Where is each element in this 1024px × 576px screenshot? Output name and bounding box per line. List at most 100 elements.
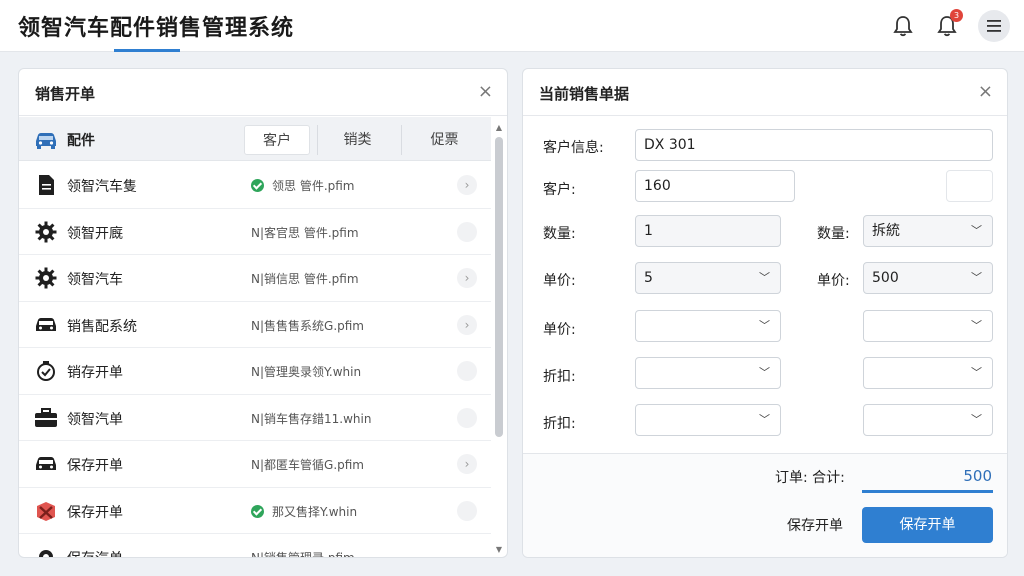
unit-price2-label: 单价:	[817, 273, 850, 289]
list-item-desc: N|都匿车管循G.pfim	[251, 458, 364, 472]
list-item-desc: 领思 管件.pfim	[272, 179, 355, 193]
notification-bell-icon[interactable]: 3	[933, 9, 963, 40]
chevron-right-icon[interactable]: ›	[457, 175, 477, 195]
chevron-right-icon[interactable]: ›	[457, 268, 477, 288]
unit-price3-select[interactable]: ﹀	[635, 310, 781, 342]
customer-info-label: 客户信息:	[543, 140, 604, 156]
extra-input[interactable]	[946, 170, 993, 202]
unit-price-select[interactable]: 5 ﹀	[635, 262, 781, 294]
quantity2-label: 数量:	[817, 226, 850, 242]
list-item-name: 销存开单	[67, 365, 123, 381]
tab-promo[interactable]: 促票	[401, 125, 487, 155]
chevron-right-icon[interactable]: ›	[457, 314, 477, 335]
save-order-link[interactable]: 保存开单	[787, 515, 843, 535]
discount2-select[interactable]: ﹀	[863, 357, 993, 389]
chevron-down-icon: ﹀	[971, 271, 982, 284]
chevron-right-icon[interactable]	[457, 361, 477, 381]
title-underline	[114, 49, 180, 52]
total-underline	[862, 490, 993, 493]
chevron-right-icon[interactable]	[457, 407, 477, 428]
list-item-desc: N|销信思 管件.pfim	[251, 272, 359, 286]
list-item[interactable]: 领智汽车隻 领思 管件.pfim ›	[19, 162, 491, 209]
list-item-desc: N|客官思 管件.pfim	[251, 225, 359, 240]
list-item-name: 销售配系统	[67, 318, 137, 335]
unit-price4-select[interactable]: ﹀	[863, 310, 993, 342]
box-x-icon	[33, 499, 59, 523]
car-icon	[33, 313, 59, 337]
chevron-right-icon[interactable]	[457, 500, 477, 521]
list-item[interactable]: 保存开单 N|都匿车管循G.pfim ›	[19, 441, 491, 488]
quantity2-select[interactable]: 拆統 ﹀	[863, 215, 993, 247]
scroll-up-icon[interactable]: ▲	[494, 123, 504, 133]
list-item-desc: N|售售售系统G.pfim	[251, 318, 364, 333]
quantity-input[interactable]: 1	[635, 215, 781, 247]
document-icon	[33, 173, 59, 197]
menu-icon[interactable]	[978, 10, 1010, 42]
bell-icon[interactable]	[889, 12, 917, 40]
list-header-label: 配件	[67, 133, 95, 149]
close-icon[interactable]: ×	[478, 81, 493, 102]
panel-header: 当前销售单据 ×	[523, 69, 1007, 116]
app-title: 领智汽车配件销售管理系统	[18, 16, 295, 41]
car-icon	[33, 127, 59, 151]
list-item[interactable]: 保存开单 那又售择Y.whin	[19, 488, 491, 534]
customer-label: 客户:	[543, 182, 576, 198]
tab-customer[interactable]: 客户	[244, 125, 310, 155]
unit-price2-select[interactable]: 500 ﹀	[863, 262, 993, 294]
unit-price-label: 单价:	[543, 273, 576, 289]
customer-info-input[interactable]: DX 301	[635, 129, 993, 161]
unit-price2-value: 500	[872, 270, 899, 286]
list-item[interactable]: 领智开廐 N|客官思 管件.pfim	[19, 209, 491, 255]
clock-check-icon	[33, 359, 59, 383]
list-item-name: 保存汽单	[67, 548, 123, 557]
quantity-label: 数量:	[543, 226, 576, 242]
chevron-down-icon: ﹀	[759, 271, 770, 284]
unit-price3-label: 单价:	[543, 322, 576, 338]
tab-sales-type[interactable]: 销类	[317, 125, 397, 155]
chevron-down-icon: ﹀	[971, 366, 982, 379]
gear-icon	[33, 266, 59, 290]
chevron-down-icon: ﹀	[759, 366, 770, 379]
sales-order-panel: 销售开单 × 配件 客户 销类 促票 领智汽车隻 领思 管件.pfim › 领智…	[18, 68, 508, 558]
list-item[interactable]: 销存开单 N|管理奥录领Y.whin	[19, 348, 491, 395]
list-item-desc: N|销售管理录.pfim	[251, 551, 355, 558]
chevron-right-icon[interactable]	[457, 221, 477, 242]
discount-select[interactable]: ﹀	[635, 357, 781, 389]
list-item[interactable]: 领智汽车 N|销信思 管件.pfim ›	[19, 255, 491, 302]
list-item-name: 保存开单	[67, 504, 123, 521]
top-bar: 领智汽车配件销售管理系统 3	[0, 0, 1024, 52]
list-item[interactable]: 保存汽单 N|销售管理录.pfim	[19, 534, 491, 558]
panel-title: 销售开单	[35, 85, 96, 103]
scroll-down-icon[interactable]: ▼	[494, 545, 504, 555]
chevron-down-icon: ﹀	[971, 224, 982, 237]
panel-title: 当前销售单据	[539, 85, 630, 103]
check-icon	[251, 504, 264, 518]
check-icon	[251, 179, 264, 192]
close-icon[interactable]: ×	[978, 81, 993, 102]
list-item-name: 领智开廐	[67, 225, 123, 242]
gear-icon	[33, 545, 59, 557]
unit-price-value: 5	[644, 270, 653, 286]
quantity2-value: 拆統	[872, 223, 900, 239]
current-order-panel: 当前销售单据 × 客户信息: DX 301 客户: 160 数量: 1 数量: …	[522, 68, 1008, 558]
scroll-thumb[interactable]	[495, 137, 503, 437]
discount3-select[interactable]: ﹀	[635, 404, 781, 436]
gear-icon	[33, 220, 59, 244]
chevron-down-icon: ﹀	[971, 413, 982, 426]
list-item[interactable]: 领智汽单 N|销车售存錯11.whin	[19, 395, 491, 441]
customer-input[interactable]: 160	[635, 170, 795, 202]
discount-label: 折扣:	[543, 369, 576, 385]
save-order-button[interactable]: 保存开单	[862, 507, 993, 543]
list-item[interactable]: 销售配系统 N|售售售系统G.pfim ›	[19, 302, 491, 348]
list-item-name: 领智汽车隻	[67, 179, 137, 195]
discount4-select[interactable]: ﹀	[863, 404, 993, 436]
chevron-down-icon: ﹀	[759, 319, 770, 332]
toolbox-icon	[33, 406, 59, 430]
scrollbar[interactable]: ▲ ▼	[493, 119, 505, 555]
list-item-desc: N|销车售存錯11.whin	[251, 411, 372, 426]
discount2-label: 折扣:	[543, 416, 576, 432]
chevron-right-icon[interactable]: ›	[457, 454, 477, 474]
order-total-value: 500	[963, 467, 992, 485]
list-item-name: 保存开单	[67, 458, 123, 474]
notification-badge: 3	[950, 9, 963, 22]
